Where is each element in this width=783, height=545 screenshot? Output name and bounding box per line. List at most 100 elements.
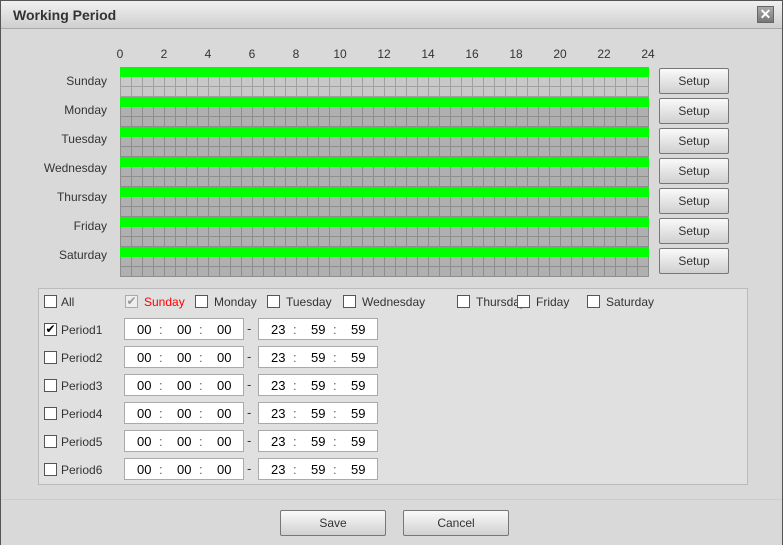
second-field[interactable]: 59 — [351, 462, 365, 477]
period-checkbox[interactable] — [44, 435, 57, 448]
setup-button-sunday[interactable]: Setup — [659, 68, 729, 94]
second-field[interactable]: 00 — [217, 322, 231, 337]
hour-label: 10 — [333, 47, 347, 61]
cancel-button[interactable]: Cancel — [403, 510, 509, 536]
minute-field[interactable]: 00 — [177, 462, 191, 477]
hour-field[interactable]: 00 — [137, 322, 151, 337]
setup-button-tuesday[interactable]: Setup — [659, 128, 729, 154]
period-end-time[interactable]: 23:59:59 — [258, 430, 378, 452]
schedule-cells[interactable] — [120, 257, 649, 277]
time-separator: : — [159, 322, 163, 337]
hour-field[interactable]: 23 — [271, 378, 285, 393]
second-field[interactable]: 00 — [217, 434, 231, 449]
period-checkbox[interactable] — [44, 351, 57, 364]
minute-field[interactable]: 59 — [311, 378, 325, 393]
period-end-time[interactable]: 23:59:59 — [258, 346, 378, 368]
second-field[interactable]: 59 — [351, 322, 365, 337]
time-separator: : — [293, 322, 297, 337]
period-checkbox[interactable] — [44, 407, 57, 420]
minute-field[interactable]: 00 — [177, 322, 191, 337]
hour-field[interactable]: 23 — [271, 406, 285, 421]
day-row-monday[interactable] — [120, 97, 649, 127]
schedule-grid[interactable] — [120, 67, 649, 277]
hour-field[interactable]: 00 — [137, 378, 151, 393]
time-separator: : — [293, 462, 297, 477]
second-field[interactable]: 59 — [351, 350, 365, 365]
time-separator: : — [159, 406, 163, 421]
period-end-time[interactable]: 23:59:59 — [258, 318, 378, 340]
time-separator: : — [293, 350, 297, 365]
day-row-saturday[interactable] — [120, 247, 649, 277]
time-separator: : — [333, 322, 337, 337]
period-start-time[interactable]: 00:00:00 — [124, 346, 244, 368]
minute-field[interactable]: 59 — [311, 462, 325, 477]
period-end-time[interactable]: 23:59:59 — [258, 402, 378, 424]
minute-field[interactable]: 59 — [311, 406, 325, 421]
setup-button-monday[interactable]: Setup — [659, 98, 729, 124]
period-start-time[interactable]: 00:00:00 — [124, 430, 244, 452]
day-row-sunday[interactable] — [120, 67, 649, 97]
hour-field[interactable]: 23 — [271, 462, 285, 477]
period-checkbox[interactable] — [44, 463, 57, 476]
sunday-checkbox[interactable]: ✔ — [125, 295, 138, 308]
friday-checkbox[interactable] — [517, 295, 530, 308]
day-label: Thursday — [56, 190, 107, 204]
day-row-tuesday[interactable] — [120, 127, 649, 157]
second-field[interactable]: 59 — [351, 406, 365, 421]
period-start-time[interactable]: 00:00:00 — [124, 402, 244, 424]
schedule-cells[interactable] — [120, 107, 649, 127]
close-icon[interactable]: ✕ — [757, 6, 774, 23]
setup-button-wednesday[interactable]: Setup — [659, 158, 729, 184]
check-icon: ✔ — [126, 294, 137, 308]
minute-field[interactable]: 00 — [177, 406, 191, 421]
period-end-time[interactable]: 23:59:59 — [258, 374, 378, 396]
period-start-time[interactable]: 00:00:00 — [124, 458, 244, 480]
tuesday-checkbox[interactable] — [267, 295, 280, 308]
second-field[interactable]: 00 — [217, 406, 231, 421]
hour-field[interactable]: 00 — [137, 406, 151, 421]
minute-field[interactable]: 00 — [177, 378, 191, 393]
hour-field[interactable]: 23 — [271, 350, 285, 365]
minute-field[interactable]: 00 — [177, 350, 191, 365]
working-period-dialog: Working Period ✕ 0 2 4 6 8 10 12 14 16 18 20 22 24 S… — [0, 0, 783, 545]
minute-field[interactable]: 00 — [177, 434, 191, 449]
all-label: All — [61, 295, 75, 309]
schedule-cells[interactable] — [120, 227, 649, 247]
day-row-wednesday[interactable] — [120, 157, 649, 187]
hour-field[interactable]: 00 — [137, 434, 151, 449]
save-button[interactable]: Save — [280, 510, 386, 536]
thursday-checkbox[interactable] — [457, 295, 470, 308]
second-field[interactable]: 00 — [217, 378, 231, 393]
schedule-cells[interactable] — [120, 137, 649, 157]
second-field[interactable]: 00 — [217, 462, 231, 477]
minute-field[interactable]: 59 — [311, 322, 325, 337]
period-end-time[interactable]: 23:59:59 — [258, 458, 378, 480]
period-start-time[interactable]: 00:00:00 — [124, 318, 244, 340]
period-start-time[interactable]: 00:00:00 — [124, 374, 244, 396]
second-field[interactable]: 59 — [351, 378, 365, 393]
second-field[interactable]: 00 — [217, 350, 231, 365]
wednesday-checkbox[interactable] — [343, 295, 356, 308]
period-label: Period2 — [61, 351, 103, 365]
hour-field[interactable]: 00 — [137, 350, 151, 365]
period-checkbox[interactable] — [44, 379, 57, 392]
hour-field[interactable]: 23 — [271, 322, 285, 337]
schedule-cells[interactable] — [120, 167, 649, 187]
range-dash: - — [247, 405, 252, 420]
minute-field[interactable]: 59 — [311, 434, 325, 449]
second-field[interactable]: 59 — [351, 434, 365, 449]
setup-button-thursday[interactable]: Setup — [659, 188, 729, 214]
hour-field[interactable]: 00 — [137, 462, 151, 477]
saturday-checkbox[interactable] — [587, 295, 600, 308]
setup-button-friday[interactable]: Setup — [659, 218, 729, 244]
period-checkbox[interactable]: ✔ — [44, 323, 57, 336]
schedule-cells[interactable] — [120, 197, 649, 217]
schedule-cells[interactable] — [120, 77, 649, 97]
all-checkbox[interactable] — [44, 295, 57, 308]
day-row-thursday[interactable] — [120, 187, 649, 217]
setup-button-saturday[interactable]: Setup — [659, 248, 729, 274]
minute-field[interactable]: 59 — [311, 350, 325, 365]
monday-checkbox[interactable] — [195, 295, 208, 308]
hour-field[interactable]: 23 — [271, 434, 285, 449]
day-row-friday[interactable] — [120, 217, 649, 247]
